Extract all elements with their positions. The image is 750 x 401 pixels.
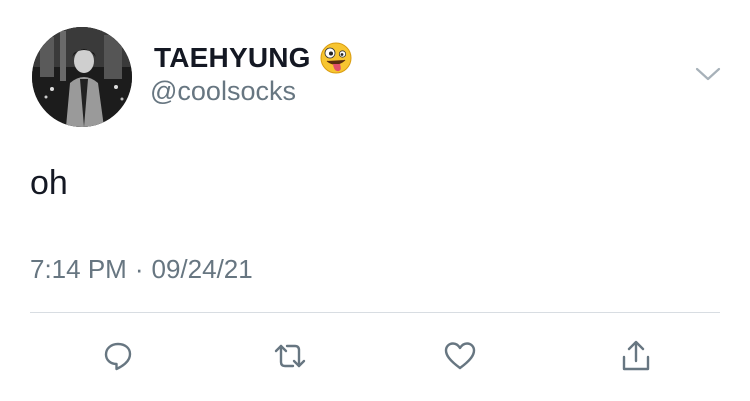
timestamp-separator: · [134,254,144,284]
reply-icon [104,342,132,371]
like-button[interactable] [440,336,480,376]
user-handle[interactable]: @coolsocks [150,76,296,107]
display-name[interactable]: TAEHYUNG [154,42,311,74]
author-name-row[interactable]: TAEHYUNG [154,38,353,78]
avatar[interactable] [32,27,132,127]
tweet-timestamp[interactable]: 7:14 PM · 09/24/21 [30,254,253,285]
heart-icon [444,342,476,370]
retweet-button[interactable] [270,336,310,376]
reply-button[interactable] [98,336,138,376]
profile-photo [32,27,132,127]
tweet-date: 09/24/21 [151,254,253,284]
tweet-text: oh [30,164,68,202]
zany-face-emoji-icon [320,42,352,74]
divider [30,312,720,313]
share-icon [622,340,650,371]
tweet-time: 7:14 PM [30,254,127,284]
share-button[interactable] [616,336,656,376]
chevron-down-icon[interactable] [694,62,722,86]
retweet-icon [274,344,306,368]
